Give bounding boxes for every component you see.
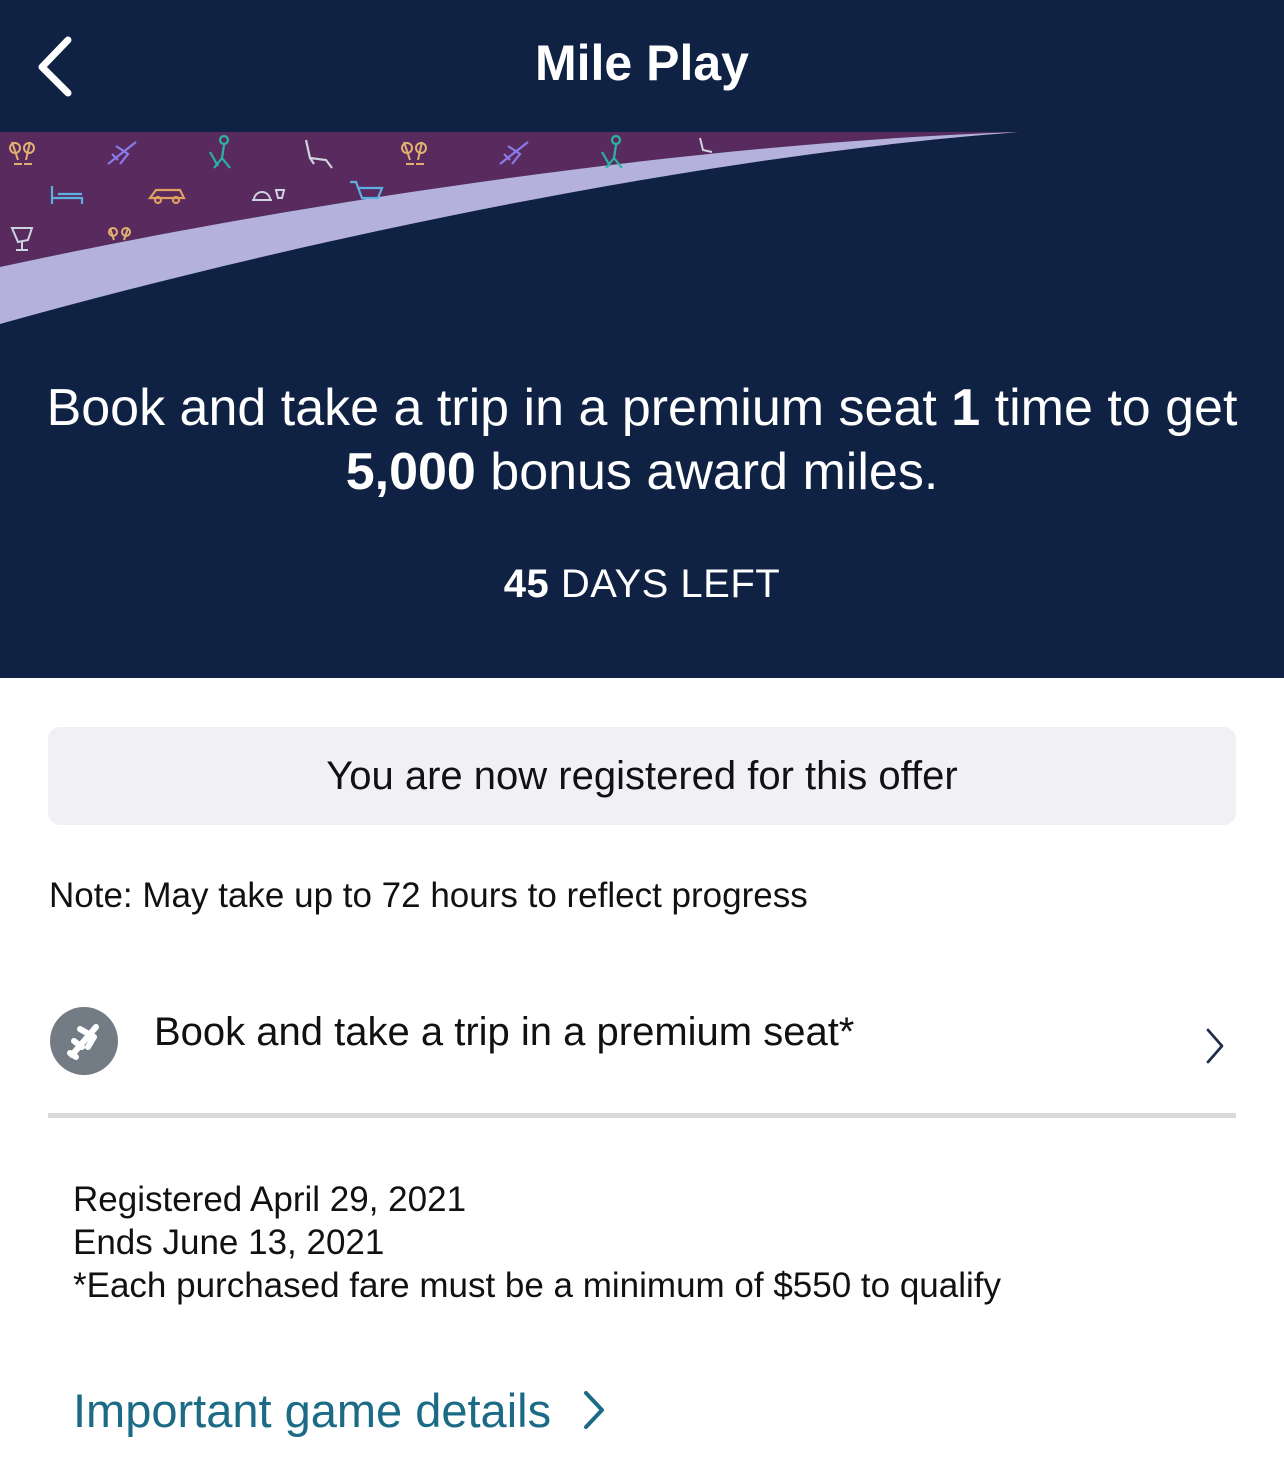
days-left-number: 45 [503,562,550,606]
headline-text: bonus award miles. [475,443,939,501]
nav-bar: Mile Play [0,0,1284,132]
divider [48,1113,1236,1118]
registered-date: Registered April 29, 2021 [73,1180,467,1219]
progress-note: Note: May take up to 72 hours to reflect… [49,876,808,915]
page-title: Mile Play [535,35,749,91]
task-label: Book and take a trip in a premium seat* [154,1010,855,1054]
important-game-details-link[interactable]: Important game details [73,1380,607,1440]
banner-pattern [0,132,1020,324]
bonus-miles: 5,000 [345,443,476,501]
chevron-right-icon [1206,1028,1224,1064]
end-date: Ends June 13, 2021 [73,1223,385,1262]
headline-text: Book and take a trip in a premium seat [46,379,952,437]
task-row-premium-seat[interactable]: Book and take a trip in a premium seat* [48,990,1236,1116]
link-label: Important game details [73,1383,552,1437]
trip-count: 1 [951,379,981,437]
headline-text: time to get [980,379,1238,437]
fare-footnote: *Each purchased fare must be a minimum o… [73,1266,1001,1305]
registration-status-banner: You are now registered for this offer [48,727,1236,825]
days-left: 45 DAYS LEFT [0,562,1284,607]
airplane-icon [50,1007,118,1075]
offer-headline: Book and take a trip in a premium seat 1… [40,376,1244,504]
days-left-label: DAYS LEFT [549,562,781,606]
offer-details: Registered April 29, 2021 Ends June 13, … [73,1178,1001,1307]
hero-banner: Book and take a trip in a premium seat 1… [0,132,1284,678]
chevron-right-icon [584,1391,605,1429]
